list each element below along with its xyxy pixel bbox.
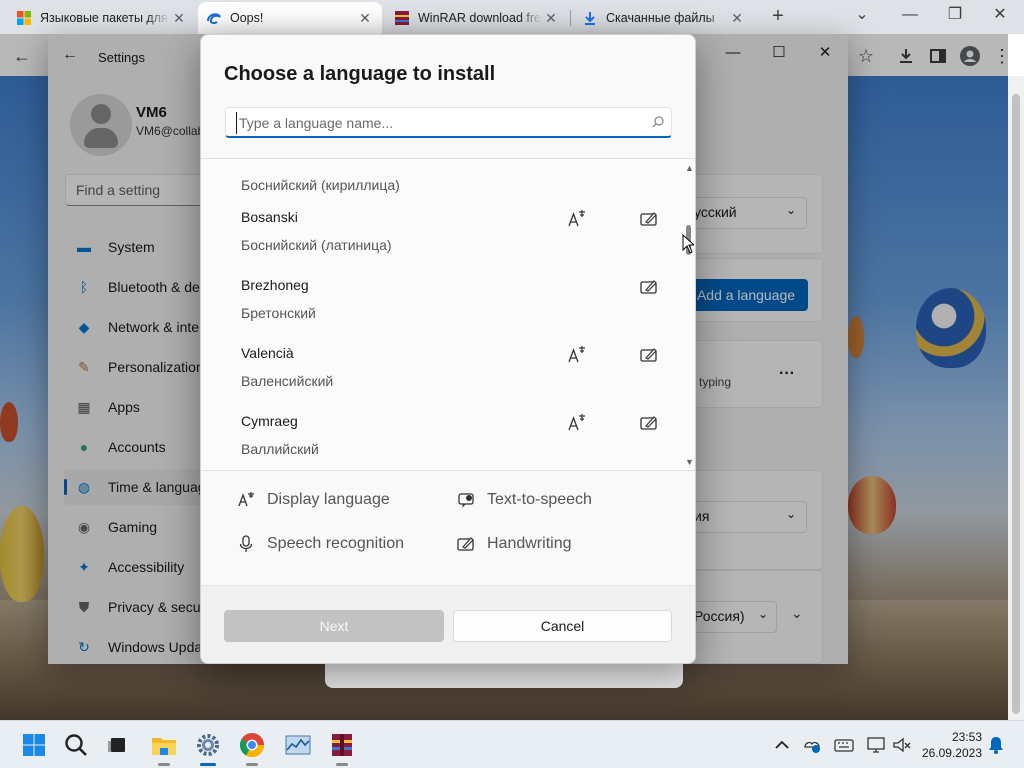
- close-tab-icon[interactable]: ✕: [356, 10, 374, 27]
- dialog-title: Choose a language to install: [224, 63, 496, 85]
- file-explorer-icon[interactable]: [150, 731, 178, 766]
- close-tab-icon[interactable]: ✕: [542, 10, 560, 27]
- handwriting-icon: [640, 416, 657, 430]
- cancel-button[interactable]: Cancel: [453, 610, 672, 642]
- scroll-down-arrow-icon[interactable]: ▼: [685, 457, 694, 467]
- notification-bell-icon[interactable]: [986, 735, 1006, 755]
- legend-label: Text-to-speech: [487, 491, 592, 508]
- legend-label: Handwriting: [487, 535, 572, 552]
- keyboard-icon[interactable]: [834, 735, 854, 755]
- volume-muted-icon[interactable]: [892, 735, 912, 755]
- search-icon[interactable]: [62, 731, 90, 759]
- network-display-icon[interactable]: [866, 735, 886, 755]
- tab-oops[interactable]: Oops! ✕: [198, 2, 382, 34]
- minimize-icon[interactable]: —: [890, 4, 930, 28]
- dialog-shadow-edge: [325, 664, 683, 688]
- legend-handwriting: Handwriting: [457, 535, 571, 553]
- dialog-footer: Next Cancel: [201, 585, 695, 663]
- download-icon: [585, 12, 595, 25]
- browser-tab-strip: Языковые пакеты для ✕ Oops! ✕ WinRAR dow…: [0, 0, 1024, 34]
- edge-swirl-icon: [207, 13, 221, 25]
- page-scrollbar-thumb[interactable]: [1012, 94, 1020, 714]
- language-list[interactable]: Боснийский (кириллица) Bosanski Боснийский…: [201, 158, 695, 471]
- handwriting-icon: [640, 280, 657, 294]
- close-tab-icon[interactable]: ✕: [728, 10, 746, 27]
- language-native-name: Cymraeg: [241, 413, 298, 429]
- language-localized-name: Бретонский: [241, 305, 316, 321]
- list-item[interactable]: Valencià Валенсийский: [201, 345, 681, 413]
- tab-language-packs[interactable]: Языковые пакеты для ✕: [8, 2, 196, 34]
- close-tab-icon[interactable]: ✕: [170, 10, 188, 27]
- onedrive-shield-icon[interactable]: [802, 735, 822, 755]
- display-language-icon: [568, 414, 585, 431]
- tab-title: Скачанные файлы: [606, 11, 715, 25]
- new-tab-button[interactable]: +: [766, 5, 790, 29]
- language-localized-name: Валенсийский: [241, 373, 334, 389]
- display-language-icon: [238, 492, 254, 507]
- list-item[interactable]: Cymraeg Валлийский: [201, 413, 681, 470]
- close-window-icon[interactable]: ✕: [980, 4, 1020, 28]
- list-item[interactable]: Brezhoneg Бретонский: [201, 277, 681, 345]
- winrar-icon[interactable]: [328, 731, 356, 766]
- tab-separator: [570, 10, 571, 26]
- start-windows-icon[interactable]: [20, 731, 48, 759]
- text-to-speech-icon: [458, 493, 474, 508]
- search-icon: [652, 116, 664, 128]
- tab-title: Oops!: [230, 11, 264, 25]
- display-language-icon: [568, 210, 585, 227]
- next-button[interactable]: Next: [224, 610, 444, 642]
- task-view-icon[interactable]: [104, 731, 132, 759]
- feature-legend: Display language Text-to-speech Speech r…: [201, 471, 695, 585]
- settings-gear-icon[interactable]: [194, 731, 222, 766]
- restore-icon[interactable]: ❐: [935, 4, 975, 28]
- handwriting-icon: [640, 212, 657, 226]
- resource-monitor-icon[interactable]: [284, 731, 312, 759]
- language-native-name: Valencià: [241, 345, 294, 361]
- language-localized-name: Валлийский: [241, 441, 319, 457]
- language-localized-name: Боснийский (кириллица): [241, 177, 400, 193]
- clock-date: 26.09.2023: [921, 746, 982, 760]
- list-item[interactable]: Bosanski Боснийский (латиница): [201, 209, 681, 277]
- handwriting-icon: [640, 348, 657, 362]
- taskbar: 23:53 26.09.2023: [0, 720, 1024, 768]
- display-language-icon: [568, 346, 585, 363]
- language-native-name: Brezhoneg: [241, 277, 309, 293]
- language-list-scrollbar[interactable]: ▲ ▼: [683, 159, 695, 470]
- chrome-icon[interactable]: [238, 731, 266, 766]
- clock-time: 23:53: [951, 730, 982, 744]
- windows-logo-icon: [17, 11, 31, 25]
- tab-downloads[interactable]: Скачанные файлы ✕: [574, 2, 754, 34]
- page-scrollbar[interactable]: [1008, 76, 1024, 720]
- language-native-name: Bosanski: [241, 209, 298, 225]
- taskbar-clock[interactable]: 23:53 26.09.2023: [912, 729, 982, 761]
- tab-title: Языковые пакеты для: [40, 11, 168, 25]
- tab-winrar[interactable]: WinRAR download free ✕: [386, 2, 568, 34]
- legend-label: Speech recognition: [267, 535, 404, 552]
- show-hidden-icons-chevron-icon[interactable]: [772, 735, 792, 755]
- legend-label: Display language: [267, 491, 390, 508]
- microphone-icon: [239, 535, 253, 552]
- language-localized-name: Боснийский (латиница): [241, 237, 392, 253]
- mouse-cursor-icon: [682, 234, 694, 254]
- scroll-up-arrow-icon[interactable]: ▲: [685, 163, 694, 173]
- choose-language-dialog: Choose a language to install Боснийский …: [200, 34, 696, 664]
- language-search-box[interactable]: [225, 107, 672, 138]
- language-search-input[interactable]: [236, 112, 636, 134]
- legend-display-language: Display language: [237, 491, 390, 509]
- legend-text-to-speech: Text-to-speech: [457, 491, 592, 509]
- tab-title: WinRAR download free: [418, 11, 542, 25]
- legend-speech-recognition: Speech recognition: [237, 535, 404, 553]
- tab-search-chevron-icon[interactable]: ⌄: [842, 4, 882, 28]
- handwriting-icon: [457, 537, 474, 551]
- winrar-icon: [395, 11, 409, 25]
